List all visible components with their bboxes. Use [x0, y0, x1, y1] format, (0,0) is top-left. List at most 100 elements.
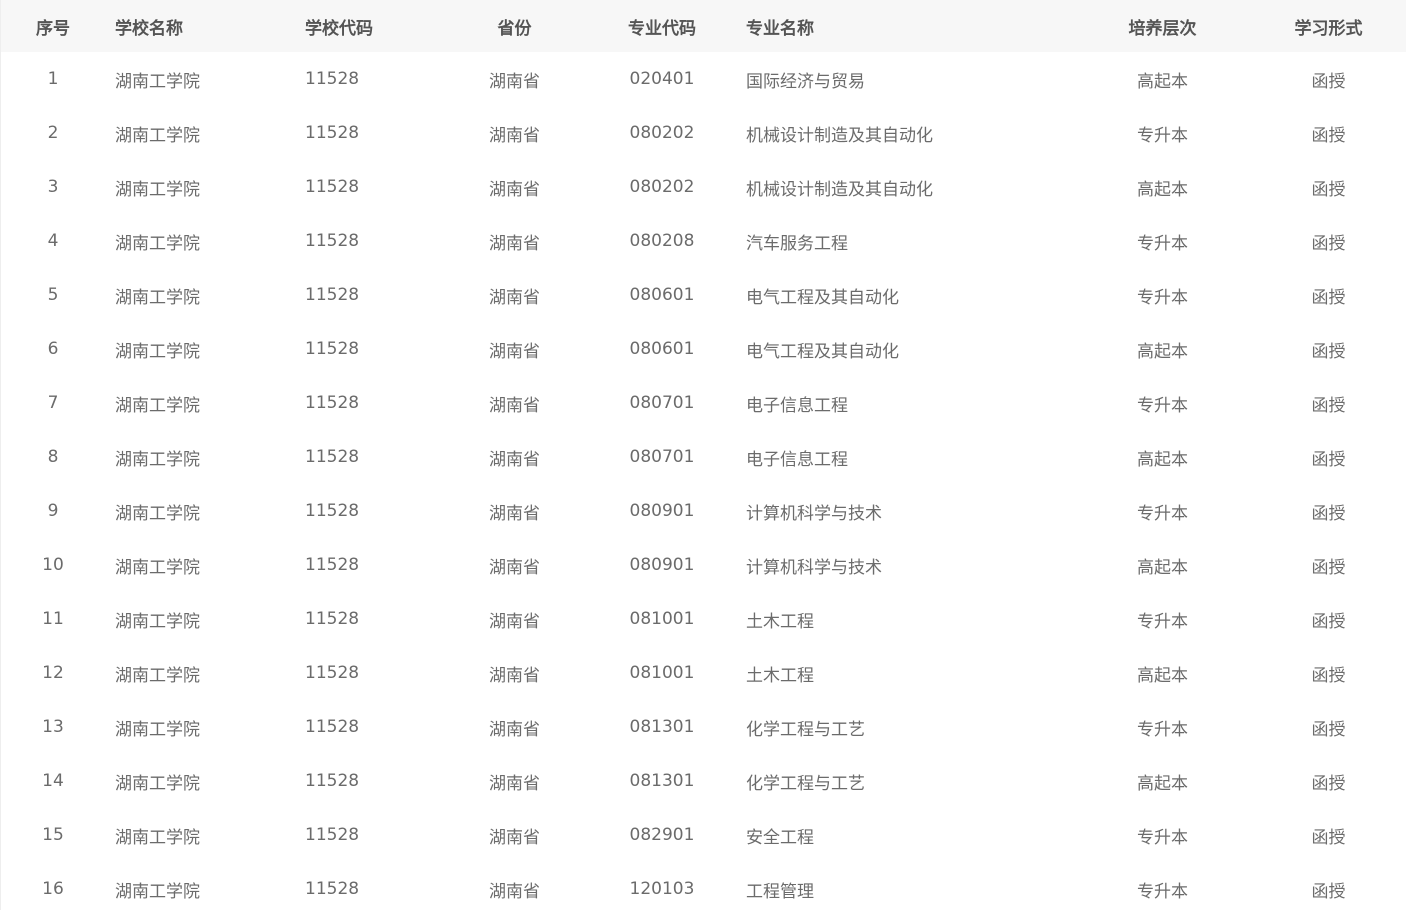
table-row: 10 湖南工学院 11528 湖南省 080901 计算机科学与技术 高起本 函授: [1, 538, 1406, 592]
cell-index: 14: [42, 771, 64, 791]
cell-major-code: 081301: [629, 717, 695, 737]
cell-school-code: 11528: [305, 501, 360, 521]
majors-table-container: 序号 学校名称 学校代码 省份 专业代码 专业名称 培养层次 学习形式 1 湖南工…: [0, 0, 1406, 910]
cell-province: 湖南省: [489, 449, 540, 470]
table-body: 1 湖南工学院 11528 湖南省 020401 国际经济与贸易 高起本 函授 2 湖南工学院 11…: [1, 52, 1406, 910]
cell-level: 专升本: [1137, 395, 1188, 416]
cell-level: 专升本: [1137, 233, 1188, 254]
table-row: 9 湖南工学院 11528 湖南省 080901 计算机科学与技术 专升本 函授: [1, 484, 1406, 538]
cell-province: 湖南省: [489, 233, 540, 254]
cell-school-name: 湖南工学院: [115, 557, 200, 578]
cell-school-name: 湖南工学院: [115, 665, 200, 686]
table-row: 12 湖南工学院 11528 湖南省 081001 土木工程 高起本 函授: [1, 646, 1406, 700]
cell-index: 11: [42, 609, 64, 629]
header-index: 序号: [36, 18, 70, 39]
cell-province: 湖南省: [489, 881, 540, 902]
cell-level: 专升本: [1137, 881, 1188, 902]
cell-school-code: 11528: [305, 285, 360, 305]
cell-index: 13: [42, 717, 64, 737]
cell-level: 高起本: [1137, 341, 1188, 362]
cell-major-code: 081001: [629, 663, 695, 683]
cell-school-code: 11528: [305, 177, 360, 197]
cell-school-code: 11528: [305, 717, 360, 737]
header-school-code: 学校代码: [305, 18, 373, 39]
majors-table: 序号 学校名称 学校代码 省份 专业代码 专业名称 培养层次 学习形式 1 湖南工…: [1, 0, 1406, 910]
cell-mode: 函授: [1311, 179, 1346, 200]
cell-major-name: 机械设计制造及其自动化: [746, 125, 933, 146]
cell-major-name: 国际经济与贸易: [746, 71, 865, 92]
cell-school-code: 11528: [305, 663, 360, 683]
table-row: 14 湖南工学院 11528 湖南省 081301 化学工程与工艺 高起本 函授: [1, 754, 1406, 808]
cell-school-code: 11528: [305, 447, 360, 467]
cell-school-name: 湖南工学院: [115, 449, 200, 470]
header-level: 培养层次: [1128, 18, 1197, 39]
cell-level: 专升本: [1137, 287, 1188, 308]
cell-major-code: 080202: [629, 177, 695, 197]
cell-major-name: 化学工程与工艺: [746, 719, 865, 740]
cell-major-name: 土木工程: [746, 665, 814, 686]
cell-province: 湖南省: [489, 71, 540, 92]
cell-major-code: 081301: [629, 771, 695, 791]
cell-major-name: 计算机科学与技术: [746, 557, 882, 578]
cell-major-code: 082901: [629, 825, 695, 845]
cell-province: 湖南省: [489, 287, 540, 308]
cell-index: 1: [47, 69, 59, 89]
cell-school-name: 湖南工学院: [115, 125, 200, 146]
cell-province: 湖南省: [489, 665, 540, 686]
cell-major-name: 化学工程与工艺: [746, 773, 865, 794]
cell-school-name: 湖南工学院: [115, 341, 200, 362]
cell-province: 湖南省: [489, 503, 540, 524]
cell-school-code: 11528: [305, 825, 360, 845]
cell-level: 专升本: [1137, 611, 1188, 632]
cell-province: 湖南省: [489, 773, 540, 794]
cell-province: 湖南省: [489, 179, 540, 200]
cell-mode: 函授: [1311, 449, 1346, 470]
header-major-name: 专业名称: [746, 18, 814, 39]
cell-mode: 函授: [1311, 71, 1346, 92]
table-row: 1 湖南工学院 11528 湖南省 020401 国际经济与贸易 高起本 函授: [1, 52, 1406, 106]
cell-level: 高起本: [1137, 665, 1188, 686]
table-row: 5 湖南工学院 11528 湖南省 080601 电气工程及其自动化 专升本 函授: [1, 268, 1406, 322]
cell-index: 7: [47, 393, 59, 413]
cell-index: 8: [47, 447, 59, 467]
cell-major-code: 120103: [629, 879, 695, 899]
cell-mode: 函授: [1311, 395, 1346, 416]
cell-school-code: 11528: [305, 69, 360, 89]
cell-mode: 函授: [1311, 233, 1346, 254]
cell-mode: 函授: [1311, 881, 1346, 902]
cell-major-code: 080901: [629, 555, 695, 575]
cell-major-code: 081001: [629, 609, 695, 629]
cell-index: 9: [47, 501, 59, 521]
cell-mode: 函授: [1311, 287, 1346, 308]
cell-school-code: 11528: [305, 879, 360, 899]
cell-province: 湖南省: [489, 827, 540, 848]
cell-school-code: 11528: [305, 123, 360, 143]
cell-school-code: 11528: [305, 231, 360, 251]
header-row: 序号 学校名称 学校代码 省份 专业代码 专业名称 培养层次 学习形式: [1, 0, 1406, 52]
cell-school-name: 湖南工学院: [115, 71, 200, 92]
cell-major-name: 工程管理: [746, 881, 814, 902]
cell-school-code: 11528: [305, 609, 360, 629]
cell-province: 湖南省: [489, 125, 540, 146]
cell-province: 湖南省: [489, 395, 540, 416]
cell-major-name: 电气工程及其自动化: [746, 287, 899, 308]
table-row: 7 湖南工学院 11528 湖南省 080701 电子信息工程 专升本 函授: [1, 376, 1406, 430]
cell-index: 4: [47, 231, 59, 251]
cell-level: 专升本: [1137, 719, 1188, 740]
cell-index: 10: [42, 555, 64, 575]
cell-index: 3: [47, 177, 59, 197]
cell-mode: 函授: [1311, 827, 1346, 848]
cell-major-code: 020401: [629, 69, 695, 89]
cell-school-name: 湖南工学院: [115, 881, 200, 902]
cell-major-name: 土木工程: [746, 611, 814, 632]
header-mode: 学习形式: [1294, 18, 1363, 39]
cell-index: 15: [42, 825, 64, 845]
cell-major-name: 机械设计制造及其自动化: [746, 179, 933, 200]
cell-mode: 函授: [1311, 773, 1346, 794]
cell-mode: 函授: [1311, 665, 1346, 686]
cell-level: 高起本: [1137, 557, 1188, 578]
cell-major-name: 电子信息工程: [746, 395, 848, 416]
header-school-name: 学校名称: [115, 18, 183, 39]
table-row: 16 湖南工学院 11528 湖南省 120103 工程管理 专升本 函授: [1, 862, 1406, 910]
table-row: 15 湖南工学院 11528 湖南省 082901 安全工程 专升本 函授: [1, 808, 1406, 862]
